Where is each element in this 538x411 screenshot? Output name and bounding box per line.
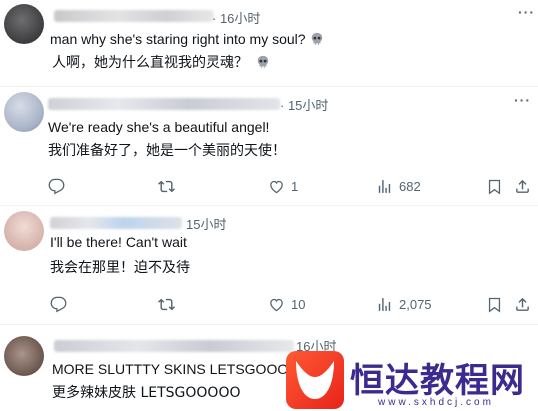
skull-icon — [311, 32, 322, 46]
avatar[interactable] — [4, 211, 44, 251]
like-button[interactable]: 1 — [268, 178, 298, 195]
action-bar: 10 2,075 — [0, 296, 538, 316]
reply-text-en: man why she's staring right into my soul… — [50, 31, 306, 47]
heart-icon — [270, 180, 283, 194]
avatar[interactable] — [4, 336, 44, 376]
divider — [0, 86, 538, 87]
action-bar: 1 682 — [0, 178, 538, 198]
more-options-icon[interactable]: ··· — [514, 92, 531, 108]
watermark-url: www.sxhdcj.com — [378, 397, 494, 408]
bookmark-icon — [488, 179, 501, 195]
reply-2: · 15小时 ··· We're ready she's a beautiful… — [0, 88, 538, 202]
views-button[interactable]: 682 — [376, 178, 421, 195]
retweet-icon — [158, 180, 175, 193]
reply-text-zh: 更多辣妹皮肤 LETSGOOOOO — [52, 385, 241, 401]
bookmark-button[interactable] — [486, 296, 503, 313]
watermark: 恒达教程网 www.sxhdcj.com — [282, 351, 532, 411]
timestamp[interactable]: · 15小时 — [280, 95, 328, 114]
user-name[interactable] — [50, 217, 182, 229]
timestamp[interactable]: 15小时 — [186, 214, 226, 233]
like-count: 1 — [291, 179, 299, 194]
reply-button[interactable] — [48, 178, 65, 195]
retweet-button[interactable] — [158, 178, 175, 195]
user-name[interactable] — [54, 10, 214, 22]
analytics-icon — [378, 180, 391, 193]
view-count: 682 — [399, 179, 421, 194]
more-options-icon[interactable]: ··· — [518, 4, 535, 20]
reply-1: · 16小时 ··· man why she's staring right i… — [0, 0, 538, 82]
reply-icon — [48, 178, 65, 195]
reply-translation: 人啊，她为什么直视我的灵魂？ — [52, 54, 270, 72]
reply-3: 15小时 I'll be there! Can't wait 我会在那里！迫不及… — [0, 207, 538, 321]
watermark-title: 恒达教程网 — [350, 361, 525, 401]
watermark-logo-icon — [286, 351, 344, 409]
avatar[interactable] — [4, 4, 44, 44]
avatar[interactable] — [4, 92, 44, 132]
retweet-icon — [158, 298, 175, 311]
like-count: 10 — [291, 297, 306, 312]
reply-text-en: MORE SLUTTTY SKINS LETSGOOOOO — [52, 361, 311, 377]
view-count: 2,075 — [399, 297, 432, 312]
divider — [0, 205, 538, 206]
divider — [0, 324, 538, 325]
reply-button[interactable] — [50, 296, 67, 313]
heart-icon — [270, 298, 283, 312]
reply-icon — [50, 296, 67, 313]
reply-text-zh: 人啊，她为什么直视我的灵魂？ — [52, 55, 248, 71]
analytics-icon — [378, 298, 391, 311]
skull-icon — [257, 55, 269, 69]
retweet-button[interactable] — [158, 296, 175, 313]
views-button[interactable]: 2,075 — [376, 296, 432, 313]
share-button[interactable] — [514, 296, 531, 313]
reply-text-en: We're ready she's a beautiful angel! — [48, 119, 270, 135]
reply-text-zh: 我会在那里！迫不及待 — [50, 260, 190, 276]
bookmark-button[interactable] — [486, 178, 503, 195]
timestamp[interactable]: · 16小时 — [212, 8, 260, 27]
reply-text: man why she's staring right into my soul… — [50, 30, 324, 48]
share-icon — [516, 297, 529, 311]
share-icon — [516, 179, 529, 193]
share-button[interactable] — [514, 178, 531, 195]
user-name[interactable] — [54, 340, 294, 352]
user-name[interactable] — [48, 98, 280, 110]
reply-text-zh: 我们准备好了，她是一个美丽的天使！ — [48, 143, 286, 159]
bookmark-icon — [488, 297, 501, 313]
reply-text-en: I'll be there! Can't wait — [50, 234, 187, 250]
like-button[interactable]: 10 — [268, 296, 305, 313]
